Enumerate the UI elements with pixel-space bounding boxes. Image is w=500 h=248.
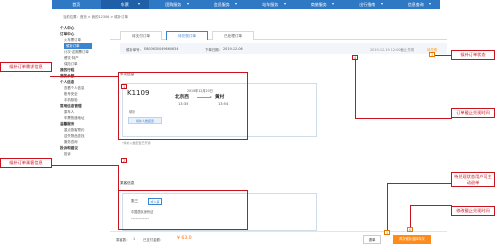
nav-item-1[interactable]: 车票 — [100, 0, 149, 9]
nav-item-label: 商旅服务 — [310, 2, 327, 7]
tab-1[interactable]: 待兑现订单 — [166, 31, 208, 40]
annotation-frame-passenger — [118, 190, 248, 230]
nav-item-5[interactable]: 商旅服务 — [295, 0, 344, 9]
chevron-down-icon — [429, 3, 431, 5]
annotation-label-1: 候补订单需求信息 — [0, 62, 52, 72]
annotation-badge-1: 1 — [121, 84, 127, 89]
annotation-badge-3: 3 — [429, 52, 435, 57]
annotation-line-2 — [50, 165, 118, 166]
chevron-down-icon — [138, 3, 140, 5]
annotation-label-5: 待兑现状态用户可主动退单 — [451, 172, 495, 187]
annotation-line-6b — [410, 205, 452, 206]
annotation-line-5 — [387, 183, 388, 235]
sidebar-item[interactable]: 投诉 — [60, 151, 108, 157]
nav-item-label: 信息查询 — [407, 2, 424, 7]
order-footer: 乘客数： 1 已支付金额： ¥ 63.0 退单 再次候补选择车次 — [110, 231, 447, 247]
paid-amount: ¥ 63.0 — [177, 236, 192, 241]
cancel-order-button[interactable]: 退单 — [363, 235, 381, 244]
rebook-button[interactable]: 再次候补选择车次 — [393, 235, 431, 244]
chevron-down-icon — [380, 3, 383, 5]
annotation-line-3 — [432, 55, 452, 56]
nav-item-0[interactable]: 首页 — [52, 0, 101, 9]
annotation-badge-4: 4 — [352, 55, 358, 60]
order-tabs: 待支付订单 待兑现订单 已处理订单 — [110, 28, 447, 40]
nav-item-label: 会员服务 — [213, 2, 230, 7]
passenger-section-title: 乘客信息 — [120, 181, 135, 185]
annotation-badge-6: 6 — [407, 227, 413, 232]
nav-item-4[interactable]: 站车服务 — [246, 0, 295, 9]
annotation-line-2b — [118, 165, 119, 190]
breadcrumb: 当前位置：首页 > 我的12306 > 候补订单 — [63, 15, 128, 19]
deadline-text: 2019-12-19 12:00截止兑现 — [370, 47, 415, 52]
chevron-down-icon — [283, 3, 286, 5]
nav-item-7[interactable]: 信息查询 — [392, 0, 441, 9]
annotation-label-3: 候补订单状态 — [451, 50, 495, 60]
order-date: 2019-12-06 — [223, 46, 243, 51]
passenger-count-label: 乘客数： — [116, 238, 130, 242]
annotation-badge-5: 5 — [384, 230, 390, 235]
annotation-label-2: 候补订单乘客信息 — [0, 158, 52, 168]
top-nav: 首页 车票 团购服务 会员服务 站车服务 商旅服务 出行指南 信息查询 — [52, 0, 440, 9]
annotation-line-5b — [387, 183, 452, 184]
annotation-line-4b — [355, 118, 452, 119]
nav-item-label: 出行指南 — [359, 2, 376, 7]
order-no-label: 候补单号： — [126, 47, 143, 52]
paid-amount-label: 已支付金额： — [143, 238, 164, 242]
nav-item-2[interactable]: 团购服务 — [149, 0, 198, 9]
order-info-row: 候补单号： E800630049660634 下单日期： 2019-12-06 … — [120, 43, 447, 54]
tab-2[interactable]: 已处理订单 — [212, 31, 254, 40]
annotation-line-4 — [355, 60, 356, 118]
nav-item-3[interactable]: 会员服务 — [198, 0, 247, 9]
order-date-label: 下单日期： — [205, 47, 222, 52]
trip-tip: *候补入数配置已开通 — [122, 141, 151, 145]
annotation-frame-trip — [118, 72, 248, 140]
tab-0[interactable]: 待支付订单 — [120, 31, 162, 40]
annotation-label-4: 订单截止兑现时间 — [451, 108, 495, 118]
chevron-down-icon — [332, 3, 334, 5]
nav-item-label: 团购服务 — [165, 2, 182, 7]
nav-item-label: 车票 — [120, 2, 129, 7]
nav-item-label: 站车服务 — [262, 2, 279, 7]
annotation-line-1 — [50, 76, 118, 77]
annotation-line-1b — [118, 76, 119, 88]
order-no: E800630049660634 — [144, 46, 179, 51]
annotation-badge-2: 2 — [121, 158, 127, 163]
sidebar: 个人中心订单中心火车票订单候补订单计次·定期票订单餐饮·特产保险订单我的行程我的… — [60, 25, 108, 245]
nav-item-6[interactable]: 出行指南 — [343, 0, 392, 9]
chevron-down-icon — [186, 3, 189, 5]
nav-item-label: 首页 — [72, 2, 81, 7]
passenger-count: 1 — [133, 237, 136, 241]
status-badge: 待兑现 — [427, 47, 438, 52]
annotation-label-6: 修改截止兑现时间 — [451, 206, 495, 216]
chevron-down-icon — [235, 3, 237, 5]
